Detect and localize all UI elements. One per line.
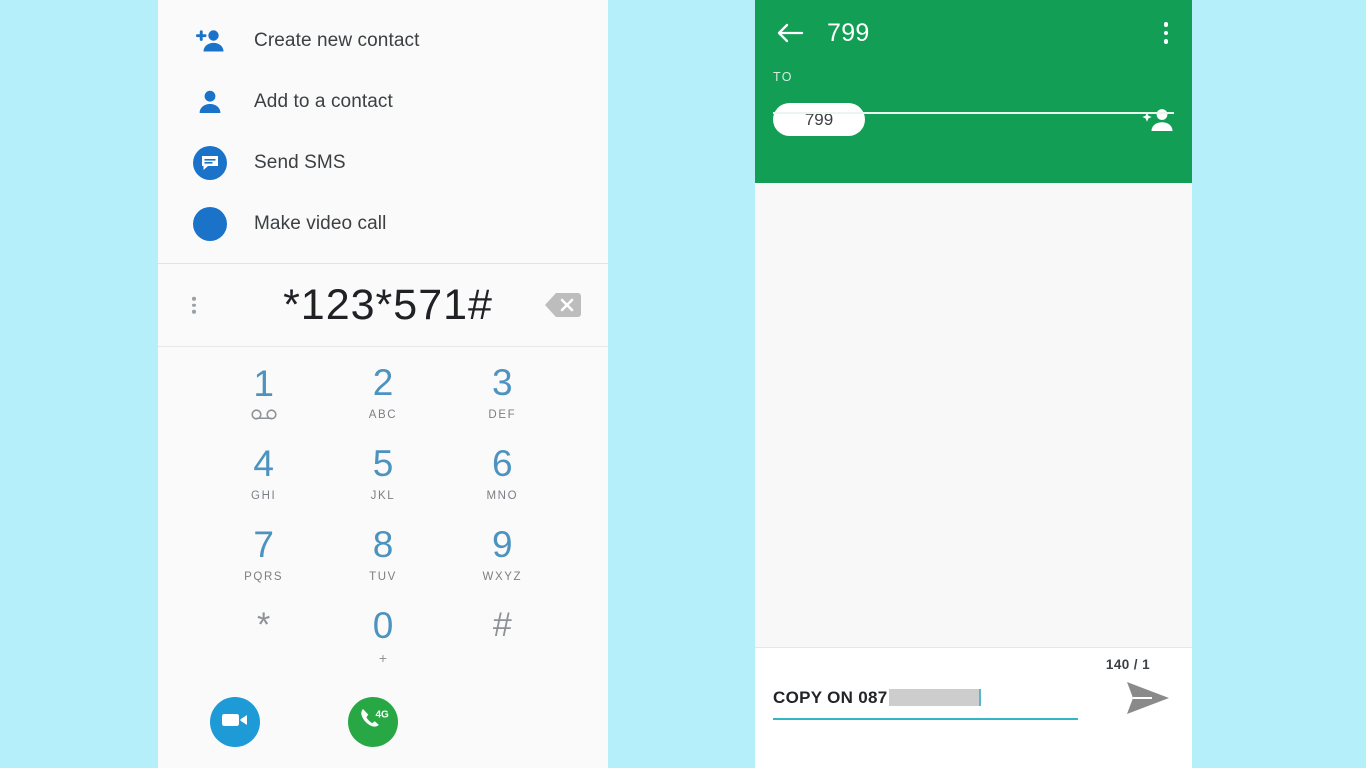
key-sublabel: MNO (486, 490, 519, 503)
redacted-block (889, 689, 982, 706)
video-call-button[interactable] (210, 697, 260, 747)
dialpad-key-0[interactable]: 0 + (323, 595, 442, 676)
back-arrow-icon[interactable] (773, 16, 807, 50)
dialpad-key-7[interactable]: 7 PQRS (204, 515, 323, 596)
key-sublabel: ABC (368, 409, 398, 422)
dialer-panel: Create new contact Add to a contact Send… (158, 0, 608, 768)
sms-bubble-icon (190, 143, 230, 183)
menu-item-add-to-a-contact[interactable]: Add to a contact (158, 71, 608, 132)
to-field-label: TO (773, 70, 793, 84)
key-digit: 6 (492, 443, 513, 485)
dialpad-key-2[interactable]: 2 ABC (323, 353, 442, 434)
key-digit: 1 (253, 362, 274, 404)
voicemail-icon (251, 409, 277, 422)
voice-call-4g-button[interactable]: 4G (348, 697, 398, 747)
person-add-sparkle-icon[interactable] (1140, 105, 1174, 135)
dialer-action-bar: 4G (158, 676, 608, 768)
dialpad-key-hash[interactable]: # (443, 595, 562, 676)
key-digit: 8 (372, 523, 394, 565)
person-icon (190, 82, 230, 122)
menu-item-label: Make video call (254, 212, 387, 234)
key-digit: * (257, 606, 271, 645)
dialpad-key-6[interactable]: 6 MNO (443, 434, 562, 515)
dialpad-key-star[interactable]: * (204, 595, 323, 676)
key-sublabel: GHI (251, 490, 277, 503)
dialpad-key-4[interactable]: 4 GHI (204, 434, 323, 515)
dialpad-key-1[interactable]: 1 (204, 353, 323, 434)
menu-item-label: Add to a contact (254, 90, 393, 112)
message-input-text: COPY ON 087 (773, 685, 1078, 711)
key-sublabel: PQRS (244, 570, 284, 583)
key-sublabel: TUV (369, 570, 397, 583)
key-digit: # (492, 606, 512, 645)
sms-message-list (755, 183, 1192, 647)
message-input-value: COPY ON 087 (773, 687, 888, 707)
send-button[interactable] (1120, 678, 1176, 726)
dialed-number-display[interactable]: *123*571# (158, 281, 608, 330)
backspace-icon[interactable] (544, 291, 582, 319)
compose-row: COPY ON 087 (755, 678, 1192, 726)
video-camera-icon (221, 710, 249, 735)
send-arrow-icon (1125, 679, 1171, 722)
more-vertical-icon[interactable] (1158, 14, 1175, 52)
menu-item-label: Create new contact (254, 29, 420, 51)
more-vertical-icon[interactable] (186, 291, 202, 320)
recipient-underline (773, 112, 1174, 114)
recipient-row: 799 (755, 103, 1192, 136)
svg-text:4G: 4G (376, 709, 390, 720)
dialpad-key-9[interactable]: 9 WXYZ (443, 515, 562, 596)
sms-app-bar: 799 TO 799 (755, 0, 1192, 183)
menu-item-send-sms[interactable]: Send SMS (158, 132, 608, 193)
key-digit: 2 (372, 362, 394, 404)
sms-conversation-title: 799 (827, 18, 870, 47)
menu-item-label: Send SMS (254, 151, 346, 173)
dialpad-grid: 1 2 ABC 3 DEF 4 GHI 5 JKL 6 MNO 7 PQRS 8… (158, 347, 608, 676)
sms-topbar: 799 (755, 0, 1192, 66)
sms-compose-footer: 140 / 1 COPY ON 087 (755, 648, 1192, 768)
video-call-circle-icon (190, 204, 230, 244)
key-digit: 9 (492, 523, 513, 565)
recipient-chip[interactable]: 799 (773, 103, 865, 136)
sms-panel: 799 TO 799 140 / 1 COPY ON 087 (755, 0, 1192, 768)
menu-item-create-new-contact[interactable]: Create new contact (158, 10, 608, 71)
key-digit: 7 (253, 523, 274, 565)
character-counter: 140 / 1 (1105, 657, 1150, 672)
menu-item-make-video-call[interactable]: Make video call (158, 193, 608, 254)
key-sublabel: JKL (370, 490, 396, 503)
person-add-icon (190, 21, 230, 61)
screenshot-canvas: Create new contact Add to a contact Send… (0, 0, 1366, 768)
phone-4g-icon: 4G (356, 705, 390, 740)
message-input-field[interactable]: COPY ON 087 (773, 685, 1078, 727)
dialpad-key-3[interactable]: 3 DEF (443, 353, 562, 434)
dialpad-key-5[interactable]: 5 JKL (323, 434, 442, 515)
message-input-underline (773, 717, 1078, 720)
key-digit: 0 (372, 604, 394, 646)
key-sublabel: DEF (488, 409, 517, 422)
dialpad-key-8[interactable]: 8 TUV (323, 515, 442, 596)
dialer-context-menu: Create new contact Add to a contact Send… (158, 0, 608, 264)
key-sublabel: + (378, 649, 388, 666)
key-sublabel: WXYZ (482, 570, 523, 583)
key-digit: 3 (492, 362, 513, 404)
key-digit: 4 (253, 443, 274, 485)
key-digit: 5 (372, 443, 394, 485)
dialed-number-row: *123*571# (158, 264, 608, 346)
